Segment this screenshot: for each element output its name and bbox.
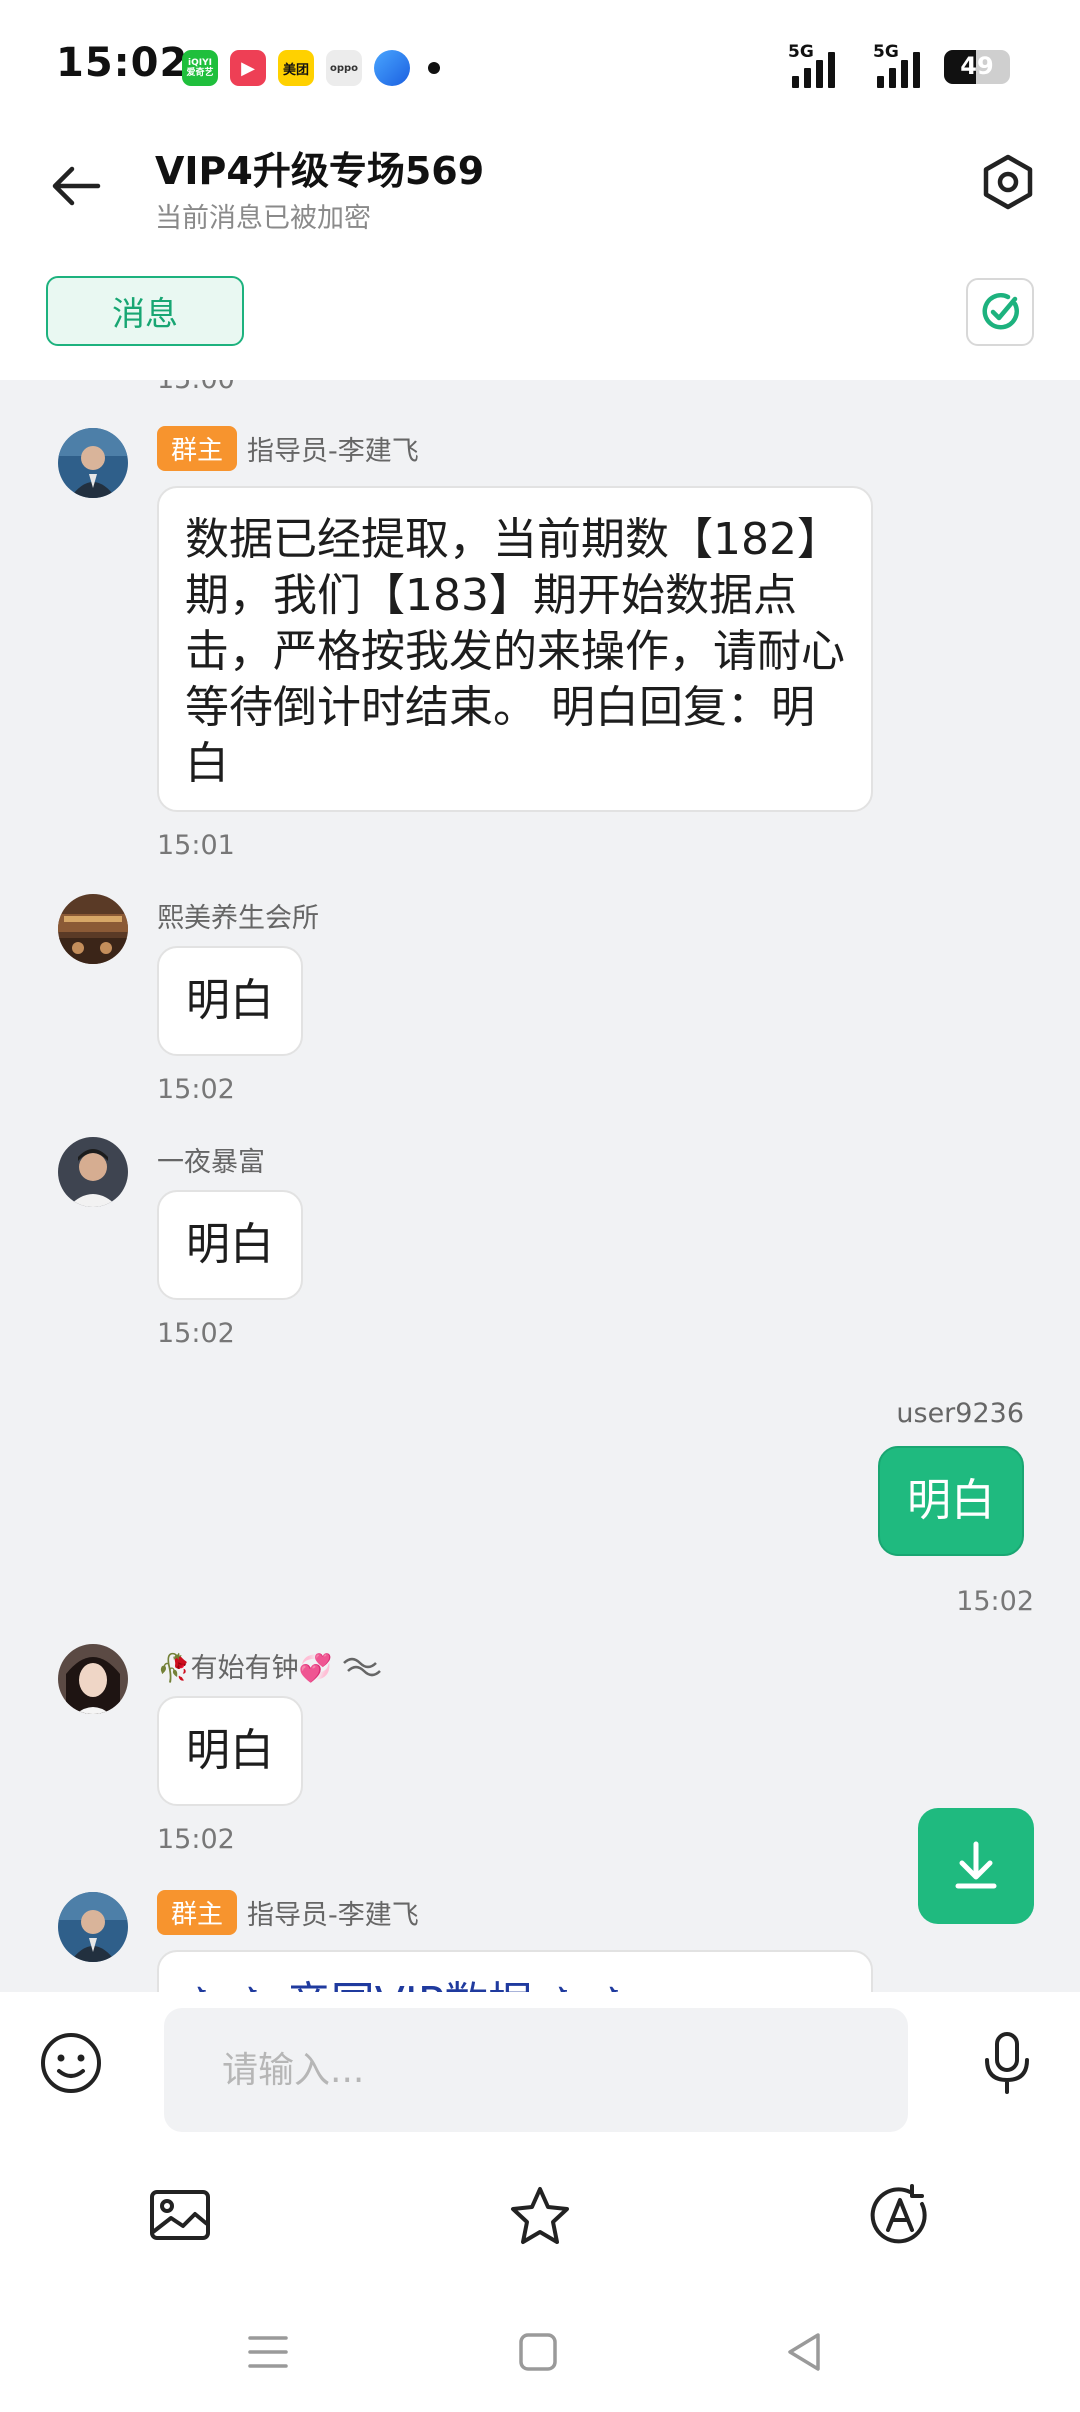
owner-badge: 群主 [157,426,238,471]
recent-apps-button[interactable] [238,2322,298,2382]
translate-button[interactable] [864,2180,936,2252]
sender-name: 指导员-李建飞 [247,1900,419,1931]
sender-line: 群主 指导员-李建飞 [157,426,419,471]
chat-header: VIP4升级专场569 当前消息已被加密 [0,130,1080,250]
sender-name: 一夜暴富 [157,1147,265,1178]
avatar[interactable] [58,1137,128,1207]
check-circle-icon [982,293,1019,330]
scroll-to-bottom-button[interactable] [918,1808,1034,1924]
sender-line: 一夜暴富 [157,1140,265,1179]
meituan-icon: 美团 [278,50,314,86]
browser-icon [374,50,410,86]
avatar[interactable] [58,428,128,498]
tab-messages[interactable]: 消息 [46,276,244,346]
sender-name: 熙美养生会所 [157,903,319,934]
message-bubble[interactable]: 明白 [878,1446,1024,1556]
message-time: 15:02 [157,1824,235,1855]
message-bubble[interactable]: 明白 [157,946,303,1056]
back-nav-button[interactable] [774,2322,834,2382]
translate-icon [870,2184,927,2244]
oppo-icon: oppo [326,50,362,86]
avatar[interactable] [58,1644,128,1714]
image-icon [150,2190,210,2240]
message-time: 15:02 [157,1074,235,1105]
video-player-icon: ▶ [230,50,266,86]
battery-level: 49 [960,52,994,80]
message-input-bar [0,1992,1080,2152]
message-time: 15:01 [157,830,235,861]
battery-icon: 49 [944,50,1010,84]
sender-line: 群主 指导员-李建飞 [157,1890,419,1935]
avatar[interactable] [58,894,128,964]
arrow-left-icon [52,166,101,206]
sender-line: 熙美养生会所 [157,896,319,935]
favorite-button[interactable] [504,2180,576,2252]
sender-line: 🥀有始有钟💞 [157,1646,382,1685]
status-bar: 15:02 iQIYI 爱奇艺 ▶ 美团 oppo 5G 5G 49 [0,0,1080,130]
iqiyi-icon: iQIYI 爱奇艺 [182,50,218,86]
sender-line: user9236 [896,1398,1024,1429]
message-time: 15:02 [956,1586,1034,1617]
menu-icon [248,2336,288,2368]
message-bubble[interactable]: 数据已经提取，当前期数【182】期，我们【183】期开始数据点击，严格按我发的来… [157,486,873,812]
triangle-back-icon [788,2333,820,2371]
square-icon [519,2333,557,2371]
message-time: 15:02 [157,1318,235,1349]
back-button[interactable] [44,154,108,218]
page-title: VIP4升级专场569 [155,149,485,193]
sender-name: 指导员-李建飞 [247,436,419,467]
smiley-icon [41,2033,101,2093]
chat-message-list[interactable]: 15:00 群主 指导员-李建飞 数据已经提取，当前期数【182】期，我们【18… [0,380,1080,1992]
system-navigation-bar [0,2282,1080,2412]
check-action-button[interactable] [966,278,1034,346]
signal-icon-sim1: 5G [774,42,835,88]
settings-button[interactable] [976,150,1040,214]
home-button[interactable] [508,2322,568,2382]
message-input[interactable] [164,2008,908,2132]
emoji-button[interactable] [38,2030,104,2096]
sender-name: user9236 [896,1398,1024,1429]
encryption-notice: 当前消息已被加密 [155,203,371,234]
status-indicators: 5G 5G 49 [774,42,1010,88]
image-button[interactable] [144,2180,216,2252]
message-bubble[interactable]: ✈ ✈ 帝国VIP数据 ✈ ✈ [157,1950,873,1992]
message-time: 15:00 [157,380,235,395]
avatar[interactable] [58,1892,128,1962]
message-bubble[interactable]: 明白 [157,1190,303,1300]
message-bubble[interactable]: 明白 [157,1696,303,1806]
sender-name: 🥀有始有钟💞 [157,1653,333,1684]
owner-badge: 群主 [157,1890,238,1935]
status-app-icons: iQIYI 爱奇艺 ▶ 美团 oppo [182,50,440,86]
microphone-icon [985,2032,1029,2094]
signal-icon-sim2: 5G [859,42,920,88]
star-icon [511,2187,569,2244]
status-time: 15:02 [56,40,189,86]
download-icon [955,1841,997,1889]
wave-icon [343,1657,382,1676]
gear-icon [983,154,1033,210]
chat-toolbar [0,2152,1080,2282]
tab-row: 消息 [0,250,1080,380]
voice-button[interactable] [972,2028,1042,2098]
more-notifications-dot [428,62,440,74]
